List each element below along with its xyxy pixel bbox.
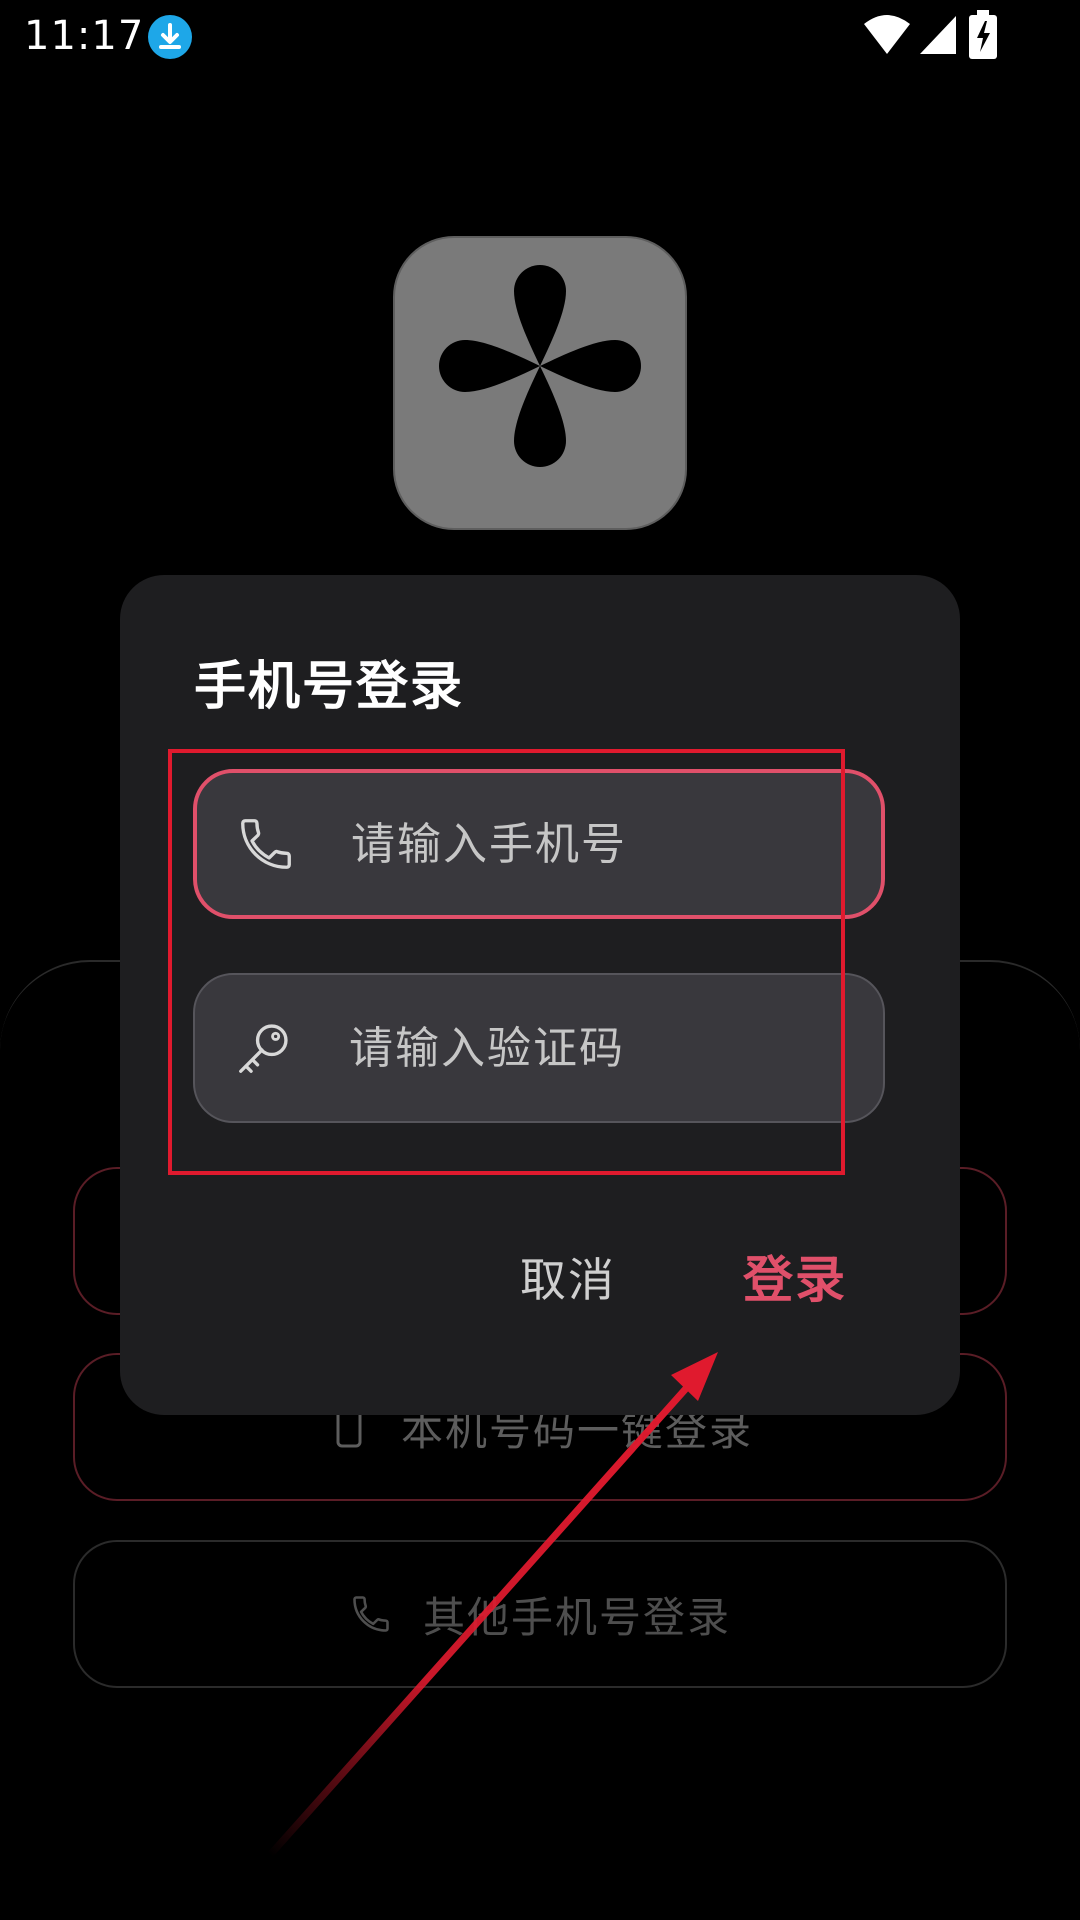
other-phone-login-label: 其他手机号登录	[422, 1592, 731, 1642]
status-bar: 11:17	[0, 0, 1080, 74]
cellular-signal-icon	[920, 16, 956, 54]
battery-charging-icon	[969, 10, 997, 59]
four-petal-logo-icon	[393, 236, 687, 530]
login-button[interactable]: 登录	[743, 1235, 847, 1325]
phone-handset-icon	[353, 1596, 389, 1632]
status-time: 11:17	[24, 13, 145, 59]
dialog-title: 手机号登录	[194, 657, 465, 717]
download-icon	[148, 15, 192, 59]
wifi-icon	[864, 15, 910, 54]
other-phone-login-button[interactable]: 其他手机号登录	[73, 1540, 1007, 1688]
dialog-actions: 取消 登录	[120, 1235, 960, 1325]
cancel-button[interactable]: 取消	[520, 1235, 616, 1325]
screen: 11:17 本机号码一键登录 其他手机号登录 手机号登录 请输入手机号 请输入验…	[0, 0, 1080, 1920]
annotation-highlight-box	[168, 749, 845, 1175]
